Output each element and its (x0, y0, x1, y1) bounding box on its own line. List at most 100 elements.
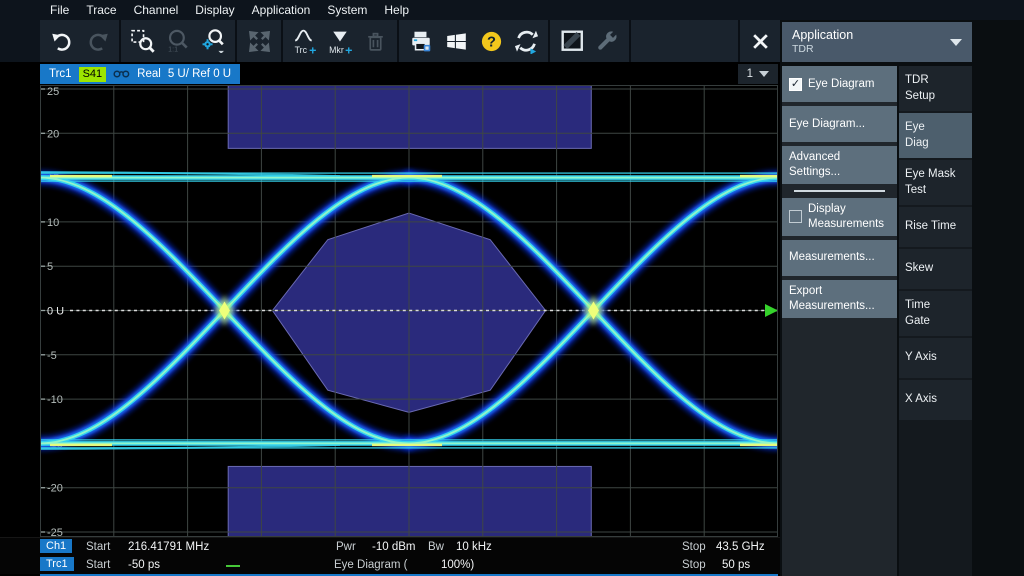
svg-text:-10: -10 (47, 394, 63, 406)
tab-time-gate[interactable]: TimeGate (899, 291, 972, 336)
zoom-select-icon (131, 29, 155, 53)
zoom-1to1-icon: 1:1 (166, 29, 190, 53)
softkey-label: Advanced Settings... (789, 150, 890, 180)
menu-item-display[interactable]: Display (195, 3, 234, 17)
trace-badge[interactable]: Trc1 (40, 557, 74, 571)
tab-label: Setup (905, 89, 966, 105)
softkey-label: ExportMeasurements... (789, 284, 875, 314)
tab-label: Eye Mask (905, 167, 966, 183)
window-selector[interactable]: 1 (738, 64, 778, 84)
ch-pwr-value: -10 dBm (372, 541, 415, 553)
eye-diagram-plot-area[interactable]: 2520151050 U-5-10-15-20-25 (40, 85, 778, 537)
eye-diagram-svg: 2520151050 U-5-10-15-20-25 (40, 85, 778, 537)
tab-label: Time (905, 298, 966, 314)
add-trace-button[interactable]: Trc + (291, 25, 319, 57)
zoom-settings-button[interactable] (199, 25, 227, 57)
toolbar-group-undo (40, 20, 121, 62)
trace-format: Real (137, 68, 161, 80)
softkey-measurements[interactable]: Measurements... (782, 240, 897, 276)
tab-rise-time[interactable]: Rise Time (899, 207, 972, 247)
close-button[interactable] (738, 20, 780, 62)
help-button[interactable]: ? (477, 25, 505, 57)
trc-stop-label: Stop (682, 559, 706, 571)
trace-scale: 5 U/ Ref 0 U (168, 68, 231, 80)
print-button[interactable] (407, 25, 435, 57)
ch-start-label: Start (86, 541, 110, 553)
redo-button[interactable] (83, 25, 111, 57)
menu-item-system[interactable]: System (327, 3, 367, 17)
menu-item-trace[interactable]: Trace (86, 3, 116, 17)
svg-text:25: 25 (47, 86, 59, 98)
tab-skew[interactable]: Skew (899, 249, 972, 289)
menu-item-application[interactable]: Application (252, 3, 311, 17)
menu-item-file[interactable]: File (50, 3, 69, 17)
menu-item-help[interactable]: Help (384, 3, 409, 17)
sync-button[interactable] (512, 25, 540, 57)
softkey-label: Eye Diagram... (789, 117, 865, 132)
display-icon (560, 29, 585, 53)
ch-stop-label: Stop (682, 541, 706, 553)
zoom-select-button[interactable] (129, 25, 157, 57)
svg-text:1:1: 1:1 (168, 45, 178, 53)
windows-button[interactable] (442, 25, 470, 57)
undo-button[interactable] (48, 25, 76, 57)
setup-button[interactable] (593, 25, 621, 57)
wrench-icon (595, 29, 619, 53)
tab-eye-diag[interactable]: EyeDiag (899, 113, 972, 158)
zoom-settings-icon (201, 29, 225, 53)
tab-label: Diag (905, 136, 966, 152)
softkey-label: Eye Diagram (808, 77, 874, 92)
help-icon: ? (480, 30, 503, 53)
svg-text:0 U: 0 U (47, 306, 64, 318)
svg-text:+: + (345, 43, 352, 56)
windows-icon (445, 30, 468, 53)
zoom-1to1-button[interactable]: 1:1 (164, 25, 192, 57)
tab-label: Test (905, 183, 966, 199)
add-marker-button[interactable]: Mkr + (326, 25, 354, 57)
toolbar-group-zoom: 1:1 (121, 20, 237, 62)
softkey-eye-diagram[interactable]: ✓ Eye Diagram (782, 66, 897, 102)
channel-status-bar: Ch1 Start 216.41791 MHz Pwr -10 dBm Bw 1… (0, 537, 780, 558)
expand-icon (248, 30, 271, 53)
tab-eye-mask-test[interactable]: Eye MaskTest (899, 160, 972, 205)
trace-label-block[interactable]: Trc1 S41 Real 5 U/ Ref 0 U (40, 64, 240, 84)
softkey-eye-diagram-dialog[interactable]: Eye Diagram... (782, 106, 897, 142)
svg-text:Mkr: Mkr (329, 44, 344, 54)
svg-text:20: 20 (47, 128, 59, 140)
ch-stop-value: 43.5 GHz (716, 541, 765, 553)
display-button[interactable] (558, 25, 586, 57)
softtool-tab-column: TDRSetupEyeDiagEye MaskTestRise TimeSkew… (899, 66, 972, 576)
tab-tdr-setup[interactable]: TDRSetup (899, 66, 972, 111)
eye-diagram-checkbox[interactable]: ✓ (789, 78, 802, 91)
window-number: 1 (747, 68, 753, 80)
channel-badge[interactable]: Ch1 (40, 539, 72, 553)
add-trace-icon: Trc + (292, 27, 319, 56)
redo-icon (86, 30, 109, 53)
softkey-divider (794, 190, 885, 192)
application-dropdown[interactable]: Application TDR (782, 22, 972, 62)
svg-text:10: 10 (47, 217, 59, 229)
tab-y-axis[interactable]: Y Axis (899, 338, 972, 378)
menubar: File Trace Channel Display Application System… (0, 0, 1024, 20)
expand-button[interactable] (245, 25, 273, 57)
trc-start-label: Start (86, 559, 110, 571)
eye-icon (113, 69, 130, 79)
top-left-corner (0, 20, 40, 62)
menu-item-channel[interactable]: Channel (134, 3, 179, 17)
display-measurements-checkbox[interactable] (789, 210, 802, 223)
trc-meas-value: 100%) (441, 559, 474, 571)
y-axis-labels: 2520151050 U-5-10-15-20-25 (40, 86, 64, 537)
svg-text:-5: -5 (47, 350, 57, 362)
softkey-advanced-settings[interactable]: Advanced Settings... (782, 146, 897, 184)
trash-icon (364, 30, 387, 53)
printer-icon (409, 29, 433, 53)
softkey-display-measurements[interactable]: DisplayMeasurements (782, 198, 897, 236)
s-parameter-badge: S41 (79, 67, 107, 82)
svg-text:5: 5 (47, 261, 53, 273)
delete-button[interactable] (361, 25, 389, 57)
application-value: TDR (792, 43, 950, 56)
tab-x-axis[interactable]: X Axis (899, 380, 972, 420)
trace-status-bar: Trc1 Start -50 ps Eye Diagram ( 100%) St… (0, 557, 780, 574)
ch-pwr-label: Pwr (336, 541, 356, 553)
softkey-export-measurements[interactable]: ExportMeasurements... (782, 280, 897, 318)
